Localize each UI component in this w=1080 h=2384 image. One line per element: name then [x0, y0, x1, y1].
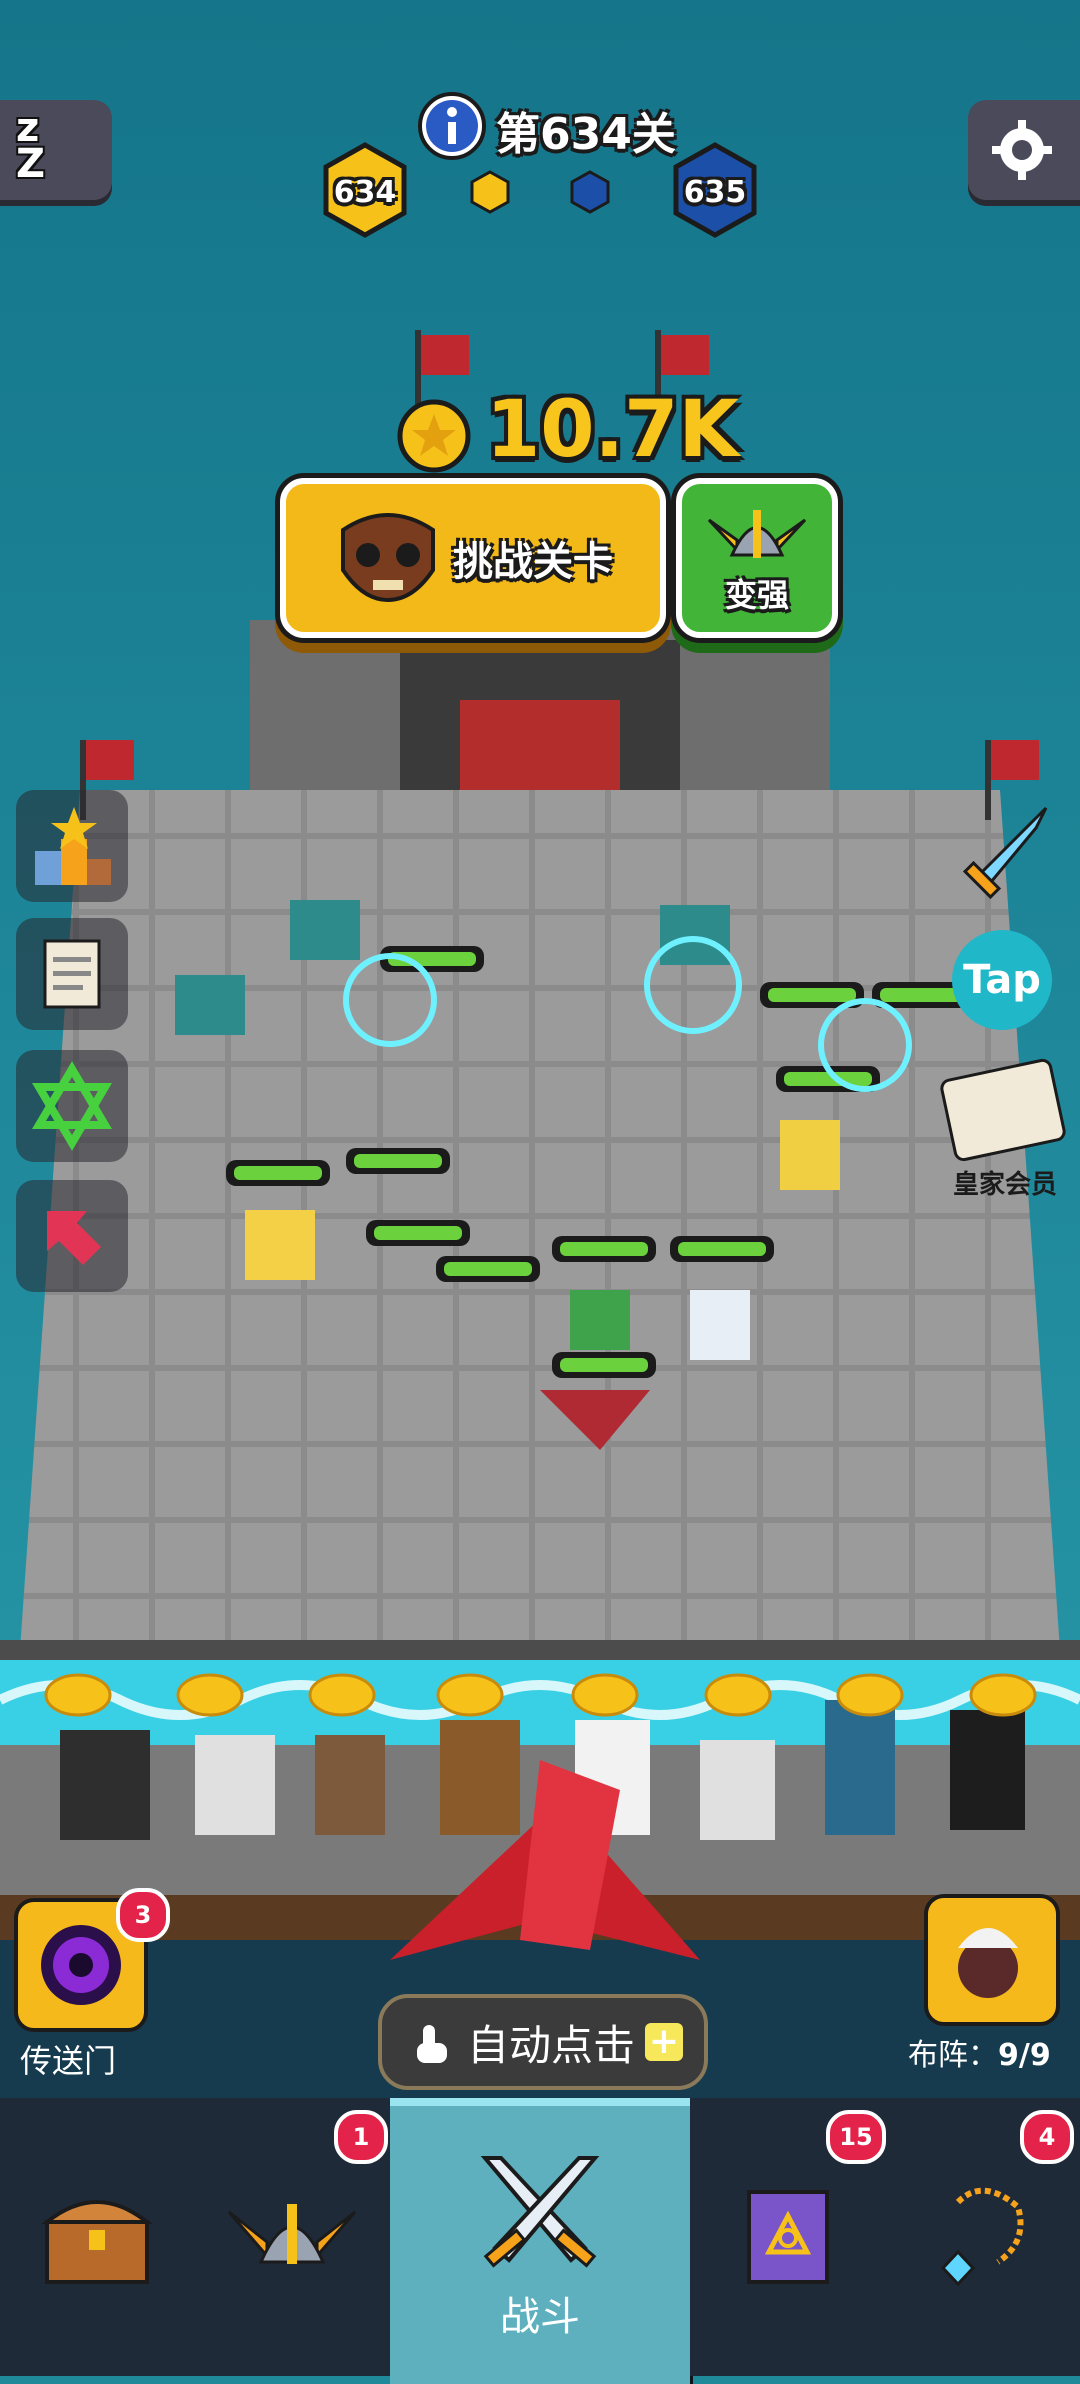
tab-treasure[interactable]: [0, 2098, 197, 2376]
hexagram-icon: [32, 1061, 112, 1151]
sword-battle-button[interactable]: [946, 798, 1056, 908]
tab-battle[interactable]: 战斗: [390, 2098, 693, 2384]
sleep-button[interactable]: zZ: [0, 100, 112, 200]
formation-value: 9/9: [998, 2038, 1051, 2073]
tap-hand-icon: [416, 2025, 447, 2063]
treasure-chest-icon: [41, 2200, 153, 2284]
gold-coin-icon: [397, 399, 471, 473]
current-level-hex: 634: [333, 174, 397, 210]
formation-status: 布阵：9/9: [908, 2030, 1051, 2074]
portal-badge: 3: [116, 1888, 170, 1942]
skull-icon: [341, 513, 435, 603]
challenge-level-button[interactable]: 挑战关卡: [280, 478, 666, 638]
royal-member-label[interactable]: 皇家会员: [930, 1164, 1080, 1201]
spellbook-icon: [747, 2190, 829, 2284]
tap-button[interactable]: Tap: [952, 930, 1052, 1030]
reward-amount: 10.7K: [486, 385, 739, 475]
winged-helmet-icon: [227, 2204, 357, 2264]
tab-battle-label: 战斗: [500, 2294, 580, 2340]
gear-icon: [992, 120, 1052, 180]
upgrade-button[interactable]: 变强: [676, 478, 838, 638]
sleep-zzz-icon: zZ: [16, 105, 46, 187]
challenge-level-label: 挑战关卡: [453, 539, 613, 585]
formation-button[interactable]: [924, 1894, 1060, 2026]
podium-star-icon: [35, 807, 111, 885]
portal-label: 传送门: [20, 2042, 117, 2080]
scroll-icon: [43, 939, 101, 1009]
next-level-hex: 635: [683, 174, 747, 210]
portal-vortex-icon: [41, 1925, 121, 2005]
sword-icon: [962, 806, 1048, 900]
tab-heroes-badge: 1: [334, 2110, 388, 2164]
formation-label: 布阵：: [908, 2038, 998, 2073]
tab-spellbook-badge: 15: [826, 2110, 886, 2164]
arrow-in-icon: [47, 1211, 101, 1265]
quest-scroll-button[interactable]: [16, 918, 128, 1030]
auto-click-label: 自动点击: [466, 2020, 635, 2070]
ranking-button[interactable]: [16, 790, 128, 902]
viking-hero-icon: [958, 1928, 1018, 1998]
upgrade-label: 变强: [724, 576, 789, 614]
plus-icon: +: [645, 2023, 683, 2061]
amulet-icon: [940, 2187, 1024, 2287]
settings-button[interactable]: [968, 100, 1080, 200]
tab-artifacts-badge: 4: [1020, 2110, 1074, 2164]
crossed-swords-icon: [480, 2156, 600, 2268]
tap-label: Tap: [963, 957, 1041, 1003]
collapse-arrow-button[interactable]: [16, 1180, 128, 1292]
winged-helmet-icon: [707, 510, 807, 558]
auto-click-button[interactable]: 自动点击 +: [378, 1994, 708, 2090]
game-scene: zZ 第634关 634 635 10.7K 挑战关卡 变强 Tap 皇家会员 …: [0, 0, 1080, 2384]
hexagram-button[interactable]: [16, 1050, 128, 1162]
